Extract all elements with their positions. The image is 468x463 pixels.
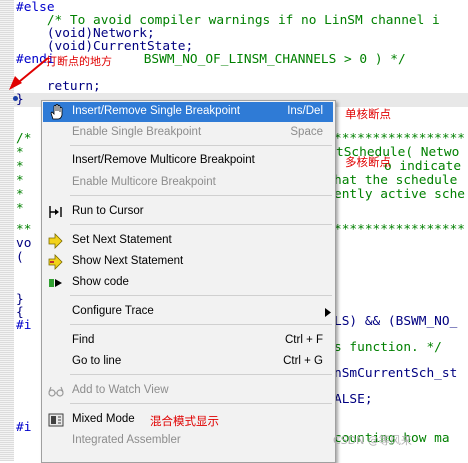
- menu-separator: [70, 224, 332, 225]
- menu-item-shortcut: Ctrl + F: [284, 334, 323, 346]
- run-to-cursor-icon: [49, 206, 62, 218]
- code-line: BSWM_NO_OF_LINSM_CHANNELS > 0 ) */: [136, 52, 406, 67]
- menu-item-label: Find: [72, 334, 95, 346]
- code-line: *****************: [334, 131, 465, 146]
- mixed-mode-icon: [48, 413, 64, 427]
- code-fragment: *: [16, 159, 24, 174]
- code-line: LS) && (BSWM_NO_: [334, 314, 458, 329]
- menu-item-label: Insert/Remove Single Breakpoint: [72, 105, 241, 117]
- menu-item-go-to-line[interactable]: Go to line Ctrl + G: [43, 352, 333, 372]
- menu-item-label: Enable Multicore Breakpoint: [72, 176, 216, 188]
- menu-item-label: Insert/Remove Multicore Breakpoint: [72, 154, 255, 166]
- menu-item-label: Integrated Assembler: [72, 434, 181, 446]
- code-fragment: *: [16, 201, 24, 216]
- code-line: o indicate the: [384, 159, 462, 174]
- menu-item-configure-trace[interactable]: Configure Trace: [43, 302, 333, 322]
- menu-separator: [70, 374, 332, 375]
- menu-item-label: Mixed Mode: [72, 413, 135, 425]
- annotation-single-core: 单核断点: [345, 107, 391, 121]
- menu-item-label: Set Next Statement: [72, 234, 172, 246]
- menu-item-label: Show Next Statement: [72, 255, 184, 267]
- menu-item-insert-remove-single-breakpoint[interactable]: Insert/Remove Single Breakpoint Ins/Del: [43, 102, 333, 122]
- menu-item-insert-remove-multicore-breakpoint[interactable]: Insert/Remove Multicore Breakpoint: [43, 151, 333, 171]
- menu-item-label: Enable Single Breakpoint: [72, 126, 202, 138]
- annotation-multi-core: 多核断点: [345, 155, 391, 169]
- menu-item-show-code[interactable]: Show code: [43, 273, 333, 293]
- code-line: *****************: [334, 222, 465, 237]
- glasses-icon: [48, 386, 64, 397]
- code-fragment: #i: [16, 318, 32, 333]
- menu-item-find[interactable]: Find Ctrl + F: [43, 331, 333, 351]
- code-line: nSmCurrentSch_st: [334, 366, 458, 381]
- menu-item-label: Add to Watch View: [72, 384, 169, 396]
- code-fragment: (: [16, 250, 24, 265]
- code-fragment: *: [16, 173, 24, 188]
- menu-item-enable-single-breakpoint[interactable]: Enable Single Breakpoint Space: [43, 123, 333, 143]
- code-fragment: /*: [16, 131, 32, 146]
- context-menu: Insert/Remove Single Breakpoint Ins/Del …: [41, 100, 336, 463]
- menu-separator: [70, 403, 332, 404]
- code-line: s function. */: [334, 340, 442, 355]
- code-line: hat the schedule: [334, 173, 458, 188]
- set-next-statement-icon: [48, 233, 63, 249]
- menu-item-set-next-statement[interactable]: Set Next Statement: [43, 231, 333, 251]
- code-fragment: **: [16, 222, 32, 237]
- submenu-arrow-icon: [325, 308, 331, 317]
- menu-separator: [70, 295, 332, 296]
- menu-item-shortcut: Ins/Del: [287, 105, 323, 117]
- menu-item-shortcut: Ctrl + G: [283, 355, 323, 367]
- code-fragment: vo: [16, 236, 32, 251]
- code-line: ently active sche: [334, 187, 465, 202]
- watermark: CSDN @等风来: [333, 434, 412, 447]
- code-fragment: *: [16, 145, 24, 160]
- code-fragment: #i: [16, 420, 32, 435]
- menu-item-show-next-statement[interactable]: Show Next Statement: [43, 252, 333, 272]
- menu-separator: [70, 324, 332, 325]
- menu-item-integrated-assembler[interactable]: Integrated Assembler: [43, 431, 333, 451]
- menu-separator: [70, 145, 332, 146]
- show-code-icon: [49, 279, 62, 287]
- hand-icon: [50, 104, 63, 120]
- menu-separator: [70, 195, 332, 196]
- show-next-statement-icon: [48, 254, 63, 270]
- menu-item-enable-multicore-breakpoint[interactable]: Enable Multicore Breakpoint: [43, 173, 333, 193]
- menu-item-shortcut: Space: [290, 126, 323, 138]
- code-line: ALSE;: [334, 392, 373, 407]
- menu-item-label: Configure Trace: [72, 305, 154, 317]
- menu-item-label: Run to Cursor: [72, 205, 144, 217]
- code-fragment: *: [16, 187, 24, 202]
- menu-item-add-to-watch-view[interactable]: Add to Watch View: [43, 381, 333, 401]
- menu-item-label: Go to line: [72, 355, 122, 367]
- annotation-arrow-icon: [9, 57, 49, 90]
- menu-item-label: Show code: [72, 276, 129, 288]
- annotation-mixed-mode: 混合模式显示: [150, 414, 219, 428]
- menu-item-run-to-cursor[interactable]: Run to Cursor: [43, 202, 333, 222]
